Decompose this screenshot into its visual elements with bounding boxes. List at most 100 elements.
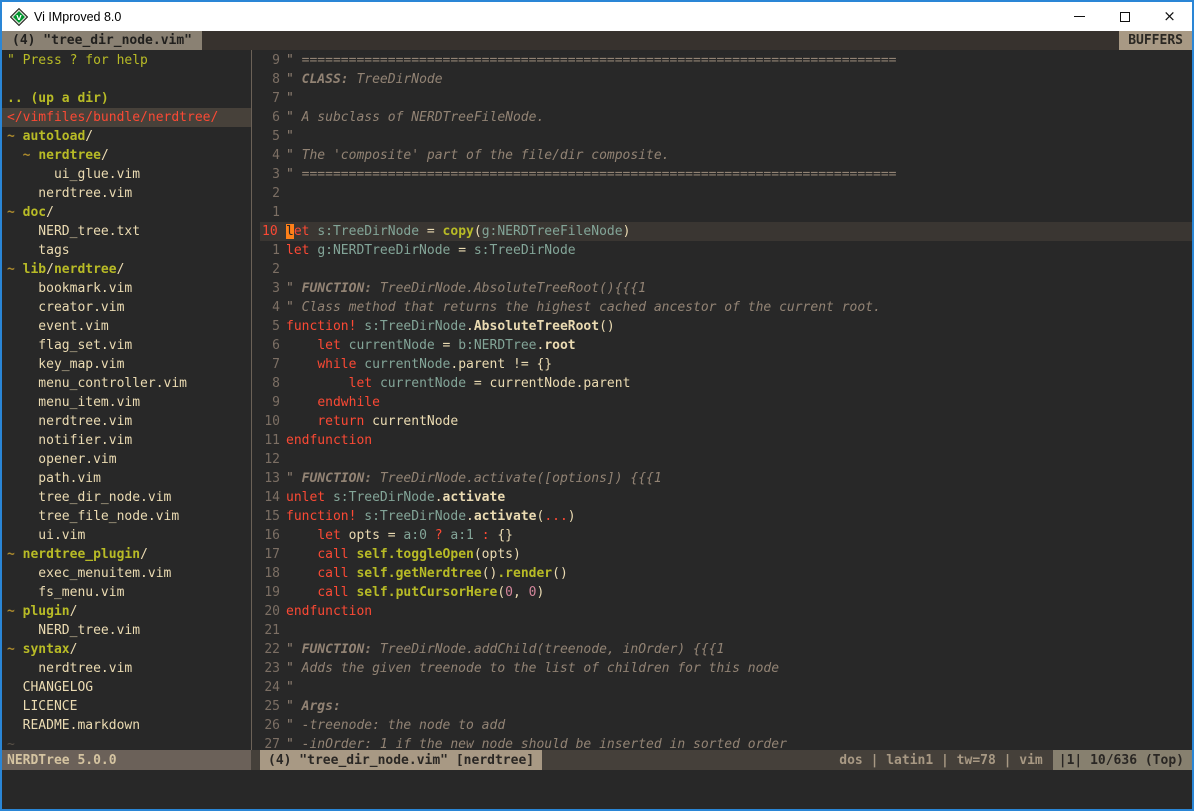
code-line[interactable]: 8" CLASS: TreeDirNode	[260, 70, 1192, 89]
window-split-separator[interactable]	[251, 50, 260, 750]
tree-item[interactable]: event.vim	[2, 317, 251, 336]
syntax-segment-kw: endfunction	[286, 604, 372, 619]
syntax-segment-kw: return	[317, 414, 364, 429]
tree-item[interactable]: menu_controller.vim	[2, 374, 251, 393]
tree-item[interactable]: CHANGELOG	[2, 678, 251, 697]
code-line[interactable]: 5function! s:TreeDirNode.AbsoluteTreeRoo…	[260, 317, 1192, 336]
code-line[interactable]: 23" Adds the given treenode to the list …	[260, 659, 1192, 678]
code-line[interactable]: 18 call self.getNerdtree().render()	[260, 564, 1192, 583]
code-line[interactable]: 13" FUNCTION: TreeDirNode.activate([opti…	[260, 469, 1192, 488]
tree-item[interactable]: opener.vim	[2, 450, 251, 469]
code-line[interactable]: 3" FUNCTION: TreeDirNode.AbsoluteTreeRoo…	[260, 279, 1192, 298]
code-line[interactable]: 1let g:NERDTreeDirNode = s:TreeDirNode	[260, 241, 1192, 260]
code-line[interactable]: 26" -treenode: the node to add	[260, 716, 1192, 735]
code-line[interactable]: 19 call self.putCursorHere(0, 0)	[260, 583, 1192, 602]
tab-line: (4) "tree_dir_node.vim" BUFFERS	[2, 31, 1192, 50]
code-line[interactable]: 21	[260, 621, 1192, 640]
tree-item[interactable]: tree_file_node.vim	[2, 507, 251, 526]
syntax-segment-fg	[427, 528, 435, 543]
code-line[interactable]: 16 let opts = a:0 ? a:1 : {}	[260, 526, 1192, 545]
code-line[interactable]: 2	[260, 184, 1192, 203]
code-line[interactable]: 2	[260, 260, 1192, 279]
tree-item[interactable]: nerdtree.vim	[2, 412, 251, 431]
code-line[interactable]: 4" The 'composite' part of the file/dir …	[260, 146, 1192, 165]
code-line[interactable]: 7"	[260, 89, 1192, 108]
tree-item[interactable]: .. (up a dir)	[2, 89, 251, 108]
tree-item[interactable]: nerdtree.vim	[2, 184, 251, 203]
code-line[interactable]: 20endfunction	[260, 602, 1192, 621]
code-text: function! s:TreeDirNode.activate(...)	[286, 507, 1192, 526]
tree-item[interactable]: menu_item.vim	[2, 393, 251, 412]
tree-item[interactable]: ~ autoload/	[2, 127, 251, 146]
tree-item[interactable]: ~ nerdtree_plugin/	[2, 545, 251, 564]
code-line[interactable]: 9 endwhile	[260, 393, 1192, 412]
syntax-segment-kw: call	[317, 585, 348, 600]
tree-item[interactable]: ui_glue.vim	[2, 165, 251, 184]
code-text	[286, 450, 1192, 469]
code-line[interactable]: 11endfunction	[260, 431, 1192, 450]
syntax-segment-kw: call	[317, 566, 348, 581]
tree-item[interactable]: ~ plugin/	[2, 602, 251, 621]
code-line[interactable]: 6" A subclass of NERDTreeFileNode.	[260, 108, 1192, 127]
syntax-segment-id: currentNode	[380, 376, 466, 391]
tree-item[interactable]: tags	[2, 241, 251, 260]
tree-root-item[interactable]: </vimfiles/bundle/nerdtree/	[2, 108, 251, 127]
code-line[interactable]: 5"	[260, 127, 1192, 146]
tree-item[interactable]: ~	[2, 735, 251, 750]
code-line[interactable]: 9" =====================================…	[260, 51, 1192, 70]
tree-item[interactable]: ~ syntax/	[2, 640, 251, 659]
tree-item[interactable]: ~ doc/	[2, 203, 251, 222]
tree-item[interactable]: README.markdown	[2, 716, 251, 735]
tree-item[interactable]: creator.vim	[2, 298, 251, 317]
tree-item[interactable]	[2, 70, 251, 89]
code-line[interactable]: 17 call self.toggleOpen(opts)	[260, 545, 1192, 564]
syntax-segment-file: notifier.vim	[7, 433, 132, 448]
tree-item[interactable]: flag_set.vim	[2, 336, 251, 355]
tree-item[interactable]: path.vim	[2, 469, 251, 488]
tree-item[interactable]: exec_menuitem.vim	[2, 564, 251, 583]
tree-item[interactable]: NERD_tree.txt	[2, 222, 251, 241]
syntax-segment-slash: /	[70, 604, 78, 619]
close-button[interactable]: ×	[1147, 2, 1192, 31]
code-line[interactable]: 14unlet s:TreeDirNode.activate	[260, 488, 1192, 507]
code-line[interactable]: 25" Args:	[260, 697, 1192, 716]
tree-item[interactable]: tree_dir_node.vim	[2, 488, 251, 507]
syntax-segment-fg	[286, 566, 317, 581]
tree-item[interactable]: NERD_tree.vim	[2, 621, 251, 640]
code-line[interactable]: 10 return currentNode	[260, 412, 1192, 431]
tree-item[interactable]: nerdtree.vim	[2, 659, 251, 678]
tree-item[interactable]: ~ lib/nerdtree/	[2, 260, 251, 279]
code-line[interactable]: 22" FUNCTION: TreeDirNode.addChild(treen…	[260, 640, 1192, 659]
syntax-segment-kw: endfunction	[286, 433, 372, 448]
syntax-segment-cmb: FUNCTION:	[302, 471, 372, 486]
tree-item[interactable]: " Press ? for help	[2, 51, 251, 70]
tree-item[interactable]: ~ nerdtree/	[2, 146, 251, 165]
code-line[interactable]: 7 while currentNode.parent != {}	[260, 355, 1192, 374]
code-line[interactable]: 6 let currentNode = b:NERDTree.root	[260, 336, 1192, 355]
code-line[interactable]: 3" =====================================…	[260, 165, 1192, 184]
syntax-segment-cm: TreeDirNode.AbsoluteTreeRoot(){{{1	[372, 281, 646, 296]
code-line[interactable]: 12	[260, 450, 1192, 469]
code-line[interactable]: 27" -inOrder: 1 if the new node should b…	[260, 735, 1192, 750]
code-line[interactable]: 15function! s:TreeDirNode.activate(...)	[260, 507, 1192, 526]
syntax-segment-fg: .	[435, 490, 443, 505]
command-line[interactable]	[2, 770, 1192, 809]
buffers-tab[interactable]: BUFFERS	[1119, 31, 1192, 50]
code-line[interactable]: 1	[260, 203, 1192, 222]
minimize-button[interactable]	[1057, 2, 1102, 31]
code-line[interactable]: 4" Class method that returns the highest…	[260, 298, 1192, 317]
code-line[interactable]: 24"	[260, 678, 1192, 697]
syntax-segment-kw: let	[317, 528, 340, 543]
tree-item[interactable]: LICENCE	[2, 697, 251, 716]
nerdtree-sidebar[interactable]: " Press ? for help .. (up a dir)</vimfile…	[2, 50, 251, 750]
code-line-current[interactable]: 10let s:TreeDirNode = copy(g:NERDTreeFil…	[260, 222, 1192, 241]
tree-item[interactable]: notifier.vim	[2, 431, 251, 450]
tree-item[interactable]: ui.vim	[2, 526, 251, 545]
tree-item[interactable]: key_map.vim	[2, 355, 251, 374]
tree-item[interactable]: fs_menu.vim	[2, 583, 251, 602]
maximize-button[interactable]	[1102, 2, 1147, 31]
editor-buffer[interactable]: 9" =====================================…	[260, 50, 1192, 750]
tree-item[interactable]: bookmark.vim	[2, 279, 251, 298]
tab-active-buffer[interactable]: (4) "tree_dir_node.vim"	[2, 31, 202, 50]
code-line[interactable]: 8 let currentNode = currentNode.parent	[260, 374, 1192, 393]
